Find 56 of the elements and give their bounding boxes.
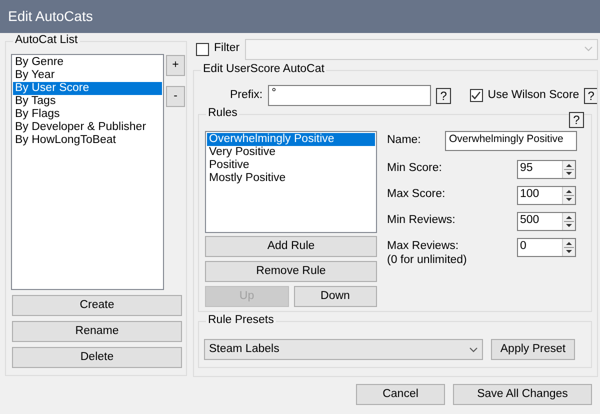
spin-arrows-icon[interactable] [562, 213, 575, 230]
preset-dropdown[interactable]: Steam Labels [204, 339, 483, 360]
dialog-button[interactable]: Cancel [356, 384, 445, 405]
field-label: Min Reviews: [387, 214, 456, 228]
add-button[interactable]: + [166, 55, 185, 76]
spinner-value: 100 [519, 187, 540, 202]
list-item[interactable]: By Developer & Publisher [13, 121, 162, 134]
spinner-value: 95 [519, 161, 534, 176]
prefix-label: Prefix: [230, 88, 263, 102]
rule-item[interactable]: Very Positive [207, 146, 375, 159]
spin-arrows-icon[interactable] [562, 187, 575, 204]
filter-label: Filter [214, 42, 240, 56]
help-button[interactable]: ? [584, 88, 597, 104]
list-item[interactable]: By User Score [13, 82, 162, 95]
field-label: Max Reviews: [387, 240, 460, 254]
help-button[interactable]: ? [569, 112, 584, 128]
spinner-value: 0 [519, 239, 528, 254]
number-spinner[interactable]: 500 [517, 212, 576, 231]
list-item[interactable]: By Flags [13, 108, 162, 121]
window-title: Edit AutoCats [0, 0, 600, 33]
autocat-list[interactable]: By Genre By Year By User Score By Tags By Flags By Developer & Publisher By HowLongToBeat [11, 54, 164, 290]
number-spinner[interactable]: 95 [517, 160, 576, 179]
field-label: Min Score: [387, 162, 442, 176]
rule-button[interactable]: Add Rule [205, 236, 377, 257]
rule-button[interactable]: Down [294, 286, 377, 307]
check-icon [471, 91, 482, 100]
rules-list[interactable]: Overwhelmingly Positive Very Positive Positive Mostly Positive [205, 131, 377, 233]
filter-checkbox[interactable] [196, 42, 209, 56]
dialog-button[interactable]: Save All Changes [453, 384, 592, 405]
action-button[interactable]: Rename [12, 321, 182, 342]
list-item[interactable]: By Tags [13, 95, 162, 108]
prefix-field[interactable]: ° [268, 85, 432, 106]
wilson-score-checkbox[interactable] [470, 89, 483, 102]
spin-arrows-icon[interactable] [562, 161, 575, 178]
field-label: Max Score: [387, 188, 446, 202]
number-spinner[interactable]: 100 [517, 186, 576, 205]
number-spinner[interactable]: 0 [517, 238, 576, 257]
name-label: Name: [387, 134, 421, 148]
wilson-score-label: Use Wilson Score [488, 88, 580, 102]
rule-button[interactable]: Remove Rule [205, 261, 377, 282]
action-button[interactable]: Delete [12, 347, 182, 368]
rule-item[interactable]: Overwhelmingly Positive [207, 133, 375, 146]
spin-arrows-icon[interactable] [562, 239, 575, 256]
rule-item[interactable]: Mostly Positive [207, 172, 375, 185]
list-item[interactable]: By HowLongToBeat [13, 134, 162, 147]
name-field[interactable]: Overwhelmingly Positive [445, 131, 577, 151]
help-button[interactable]: ? [436, 88, 451, 104]
remove-button[interactable]: - [166, 86, 185, 107]
preset-value: Steam Labels [209, 342, 280, 356]
rule-item[interactable]: Positive [207, 159, 375, 172]
list-item[interactable]: By Year [13, 69, 162, 82]
list-item[interactable]: By Genre [13, 56, 162, 69]
action-button[interactable]: Create [12, 295, 182, 316]
hint-text: (0 for unlimited) [387, 254, 467, 268]
spinner-value: 500 [519, 213, 540, 228]
apply-preset-button[interactable]: Apply Preset [491, 339, 575, 360]
